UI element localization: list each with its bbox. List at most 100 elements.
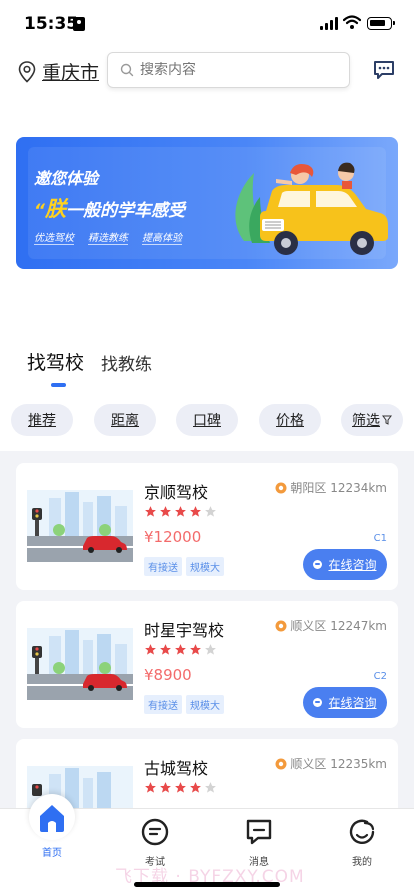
home-indicator [134, 882, 280, 887]
school-district: 顺义区 [290, 757, 327, 771]
search-icon [120, 63, 134, 77]
star-filled-icon [190, 644, 201, 655]
school-district: 朝阳区 [290, 481, 327, 495]
profile-icon [349, 819, 375, 844]
rating-stars [144, 505, 219, 518]
school-tags: 有接送 规模大 [144, 557, 228, 576]
tab-indicator [51, 383, 66, 387]
school-thumbnail [27, 490, 133, 562]
banner-tags: 优选驾校 精选教练 提高体验 [34, 229, 196, 245]
location-dot-icon [275, 758, 287, 769]
star-filled-icon [145, 506, 156, 517]
filter-price[interactable]: 价格 [259, 404, 321, 436]
rating-stars [144, 781, 219, 794]
school-location: 顺义区 12247km [275, 617, 387, 634]
filter-label: 距离 [111, 413, 139, 429]
message-icon [246, 819, 272, 845]
filter-label: 口碑 [193, 413, 221, 429]
school-card[interactable]: 京顺驾校 ¥12000 有接送 规模大 朝阳区 12234km C1 在线咨询 [16, 463, 398, 590]
nav-item-home[interactable]: 首页 [29, 794, 75, 859]
star-filled-icon [190, 506, 201, 517]
search-box[interactable] [107, 52, 350, 88]
school-distance: 12235km [330, 756, 387, 771]
tab-find-school[interactable]: 找驾校 [27, 348, 84, 375]
star-filled-icon [175, 644, 186, 655]
funnel-icon [382, 415, 392, 425]
wifi-icon [343, 15, 361, 29]
nav-item-exam[interactable]: 考试 [125, 817, 185, 868]
school-price: ¥8900 [144, 666, 192, 684]
promo-banner[interactable]: 邀您体验 “朕一般的学车感受 优选驾校 精选教练 提高体验 [16, 137, 398, 269]
star-filled-icon [175, 782, 186, 793]
chat-bubble-icon [313, 698, 323, 707]
home-icon [40, 805, 64, 832]
filter-recommend[interactable]: 推荐 [11, 404, 73, 436]
search-input[interactable] [140, 62, 330, 78]
nav-label-home: 首页 [42, 848, 62, 859]
filter-bar: 推荐 距离 口碑 价格 筛选 [11, 404, 403, 436]
star-filled-icon [145, 644, 156, 655]
school-thumbnail [27, 628, 133, 700]
star-empty-icon [205, 782, 216, 793]
star-filled-icon [175, 506, 186, 517]
person-icon [73, 17, 85, 31]
home-button [29, 794, 75, 840]
school-distance: 12247km [330, 618, 387, 633]
school-name: 古城驾校 [144, 759, 209, 778]
school-coach-tabs: 找驾校 找教练 [27, 348, 169, 375]
nav-item-messages[interactable]: 消息 [229, 817, 289, 868]
city-name[interactable]: 重庆市 [42, 58, 99, 85]
banner-tag: 优选驾校 [34, 229, 74, 245]
location-dot-icon [275, 482, 287, 493]
school-name: 京顺驾校 [144, 483, 209, 502]
banner-title: 邀您体验 [34, 169, 99, 188]
filter-advanced[interactable]: 筛选 [341, 404, 403, 436]
school-tag: 有接送 [144, 557, 182, 576]
school-price: ¥12000 [144, 528, 202, 546]
school-name: 时星宇驾校 [144, 621, 225, 640]
star-empty-icon [205, 644, 216, 655]
school-card[interactable]: 时星宇驾校 ¥8900 有接送 规模大 顺义区 12247km C2 在线咨询 [16, 601, 398, 728]
school-distance: 12234km [330, 480, 387, 495]
school-location: 朝阳区 12234km [275, 479, 387, 496]
car-illustration [235, 162, 388, 255]
banner-slogan-accent: 朕 [44, 197, 66, 221]
status-time: 15:35 [24, 14, 79, 34]
banner-slogan-rest: 一般的学车感受 [65, 201, 185, 221]
filter-label: 价格 [276, 413, 304, 429]
star-filled-icon [145, 782, 156, 793]
tab-find-coach[interactable]: 找教练 [101, 350, 152, 375]
school-location: 顺义区 12235km [275, 755, 387, 772]
exam-icon [141, 818, 169, 846]
signal-icon [320, 17, 340, 30]
school-tag: 规模大 [186, 695, 224, 714]
location-selector[interactable]: 重庆市 [18, 58, 99, 85]
consult-button[interactable]: 在线咨询 [303, 687, 387, 718]
battery-icon [367, 17, 395, 30]
consult-label: 在线咨询 [328, 558, 377, 572]
school-list: 京顺驾校 ¥12000 有接送 规模大 朝阳区 12234km C1 在线咨询 [0, 451, 414, 811]
star-filled-icon [160, 782, 171, 793]
star-empty-icon [205, 506, 216, 517]
school-tag: 有接送 [144, 695, 182, 714]
filter-distance[interactable]: 距离 [94, 404, 156, 436]
filter-label: 筛选 [352, 413, 380, 429]
license-type: C1 [373, 533, 387, 544]
banner-tag: 精选教练 [88, 229, 128, 245]
star-filled-icon [160, 644, 171, 655]
star-filled-icon [160, 506, 171, 517]
location-pin-icon [18, 60, 36, 83]
nav-item-profile[interactable]: 我的 [332, 817, 392, 868]
rating-stars [144, 643, 219, 656]
banner-slogan: “朕一般的学车感受 [34, 197, 185, 221]
chat-icon[interactable] [373, 60, 395, 80]
chat-bubble-icon [313, 560, 323, 569]
banner-tag: 提高体验 [142, 229, 182, 245]
location-dot-icon [275, 620, 287, 631]
filter-reputation[interactable]: 口碑 [176, 404, 238, 436]
nav-label-profile: 我的 [352, 857, 372, 868]
status-bar: 15:35 [0, 0, 414, 50]
school-tag: 规模大 [186, 557, 224, 576]
filter-label: 推荐 [28, 413, 56, 429]
consult-button[interactable]: 在线咨询 [303, 549, 387, 580]
